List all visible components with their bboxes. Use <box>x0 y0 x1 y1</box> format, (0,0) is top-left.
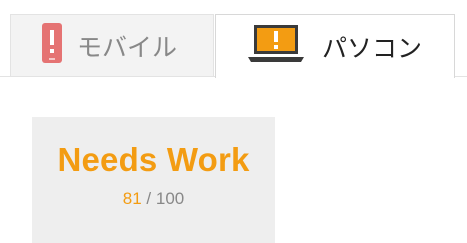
tab-mobile-label: モバイル <box>77 33 178 62</box>
tab-desktop-label: パソコン <box>322 34 423 63</box>
laptop-warning-icon <box>248 24 304 69</box>
score-separator: / <box>146 189 152 208</box>
smartphone-warning-icon <box>41 22 63 69</box>
tab-desktop[interactable]: パソコン <box>215 14 455 78</box>
score-value: 81 <box>122 189 142 208</box>
device-tab-bar: モバイル パソコン <box>0 0 467 78</box>
score-card: Needs Work 81 / 100 <box>32 117 275 243</box>
score-status-title: Needs Work <box>57 141 250 178</box>
tab-mobile[interactable]: モバイル <box>10 14 214 76</box>
score-line: 81 / 100 <box>32 189 275 209</box>
score-max: 100 <box>155 189 185 208</box>
